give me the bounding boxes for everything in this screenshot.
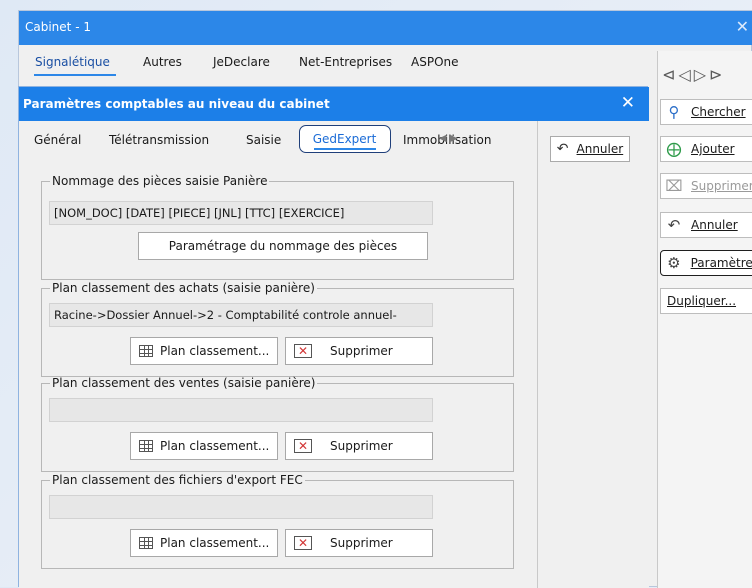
cabinet-action-panel: ⊲◁▷⊳ ⚲ Chercher ⨁ Ajouter ⌧ Supprimer ↶ … [657,51,752,588]
tab-asposne[interactable]: ASPOne [411,55,459,69]
cabinet-close-icon[interactable]: ✕ [736,17,749,36]
record-navigation-icons[interactable]: ⊲◁▷⊳ [662,65,725,84]
annuler-side-label: Annuler [691,218,738,232]
nommage-legend: Nommage des pièces saisie Panière [52,174,268,188]
tab-general[interactable]: Général [34,133,81,147]
tab-saisie[interactable]: Saisie [246,133,281,147]
ventes-legend: Plan classement des ventes (saisie paniè… [52,376,316,390]
tab-signaletique[interactable]: Signalétique [35,55,110,69]
tab-teletransmission[interactable]: Télétransmission [109,133,209,147]
annuler-button[interactable]: ↶ Annuler [550,136,630,162]
fec-plan-classement-label: Plan classement... [160,536,270,550]
active-tab-underline [314,148,376,150]
undo-icon: ↶ [667,216,681,234]
annuler-side-button[interactable]: ↶ Annuler [660,212,752,238]
ajouter-label: Ajouter [691,142,735,156]
fec-plan-classement-button[interactable]: Plan classement... [130,529,278,557]
parametrage-nommage-label: Paramétrage du nommage des pièces [168,239,398,253]
delete-icon: ✕ [294,344,312,358]
active-tab-underline [34,74,116,76]
tab-scroll-arrows-icon[interactable]: ◀ ▶ [439,133,458,144]
gear-icon: ⚙ [667,254,681,272]
fec-field[interactable] [49,495,433,519]
cabinet-titlebar: Cabinet - 1 ✕ [19,11,752,45]
dialog-title: Paramètres comptables au niveau du cabin… [23,97,330,111]
parametres-dialog: Paramètres comptables au niveau du cabin… [18,86,649,588]
delete-icon: ⌧ [665,177,683,195]
chercher-label: Chercher [691,105,746,119]
dialog-body: Général Télétransmission Saisie GedExper… [19,121,649,588]
tab-net-entreprises[interactable]: Net-Entreprises [299,55,392,69]
table-icon [139,537,153,549]
achats-legend: Plan classement des achats (saisie paniè… [52,281,315,295]
achats-plan-classement-label: Plan classement... [160,344,270,358]
tab-autres[interactable]: Autres [143,55,182,69]
table-icon [139,345,153,357]
nommage-field[interactable]: [NOM_DOC] [DATE] [PIECE] [JNL] [TTC] [EX… [49,201,433,225]
ventes-plan-classement-button[interactable]: Plan classement... [130,432,278,460]
tab-gedexpert[interactable]: GedExpert [299,125,391,153]
fec-legend: Plan classement des fichiers d'export FE… [52,473,303,487]
dupliquer-label: Dupliquer... [667,294,737,308]
delete-icon: ✕ [294,536,312,550]
undo-icon: ↶ [556,141,569,157]
achats-supprimer-button[interactable]: ✕ Supprimer [285,337,433,365]
ventes-supprimer-label: Supprimer [330,439,393,453]
ventes-plan-classement-label: Plan classement... [160,439,270,453]
achats-supprimer-label: Supprimer [330,344,393,358]
cabinet-title: Cabinet - 1 [25,20,91,34]
supprimer-button[interactable]: ⌧ Supprimer [660,173,752,199]
annuler-label: Annuler [576,142,624,156]
tab-jedeclare[interactable]: JeDeclare [213,55,270,69]
supprimer-label: Supprimer [691,179,752,193]
dupliquer-button[interactable]: Dupliquer... [660,288,752,314]
content-divider [537,121,538,588]
ventes-field[interactable] [49,398,433,422]
ventes-supprimer-button[interactable]: ✕ Supprimer [285,432,433,460]
fec-supprimer-button[interactable]: ✕ Supprimer [285,529,433,557]
ventes-group: Plan classement des ventes (saisie paniè… [41,376,514,472]
search-icon: ⚲ [668,103,680,121]
nommage-group: Nommage des pièces saisie Panière [NOM_D… [41,174,514,280]
parametres-label: Paramètres [690,256,752,270]
ajouter-button[interactable]: ⨁ Ajouter [660,136,752,162]
table-icon [139,440,153,452]
delete-icon: ✕ [294,439,312,453]
add-document-icon: ⨁ [666,140,682,158]
fec-group: Plan classement des fichiers d'export FE… [41,473,514,569]
achats-plan-classement-button[interactable]: Plan classement... [130,337,278,365]
dialog-close-icon[interactable]: ✕ [621,93,635,113]
parametres-button[interactable]: ⚙ Paramètres [660,250,752,276]
achats-field[interactable]: Racine->Dossier Annuel->2 - Comptabilité… [49,303,433,327]
tab-gedexpert-label: GedExpert [312,132,377,146]
fec-supprimer-label: Supprimer [330,536,393,550]
parametrage-nommage-button[interactable]: Paramétrage du nommage des pièces [138,232,428,260]
achats-group: Plan classement des achats (saisie paniè… [41,281,514,377]
dialog-titlebar: Paramètres comptables au niveau du cabin… [19,87,649,121]
chercher-button[interactable]: ⚲ Chercher [660,99,752,125]
